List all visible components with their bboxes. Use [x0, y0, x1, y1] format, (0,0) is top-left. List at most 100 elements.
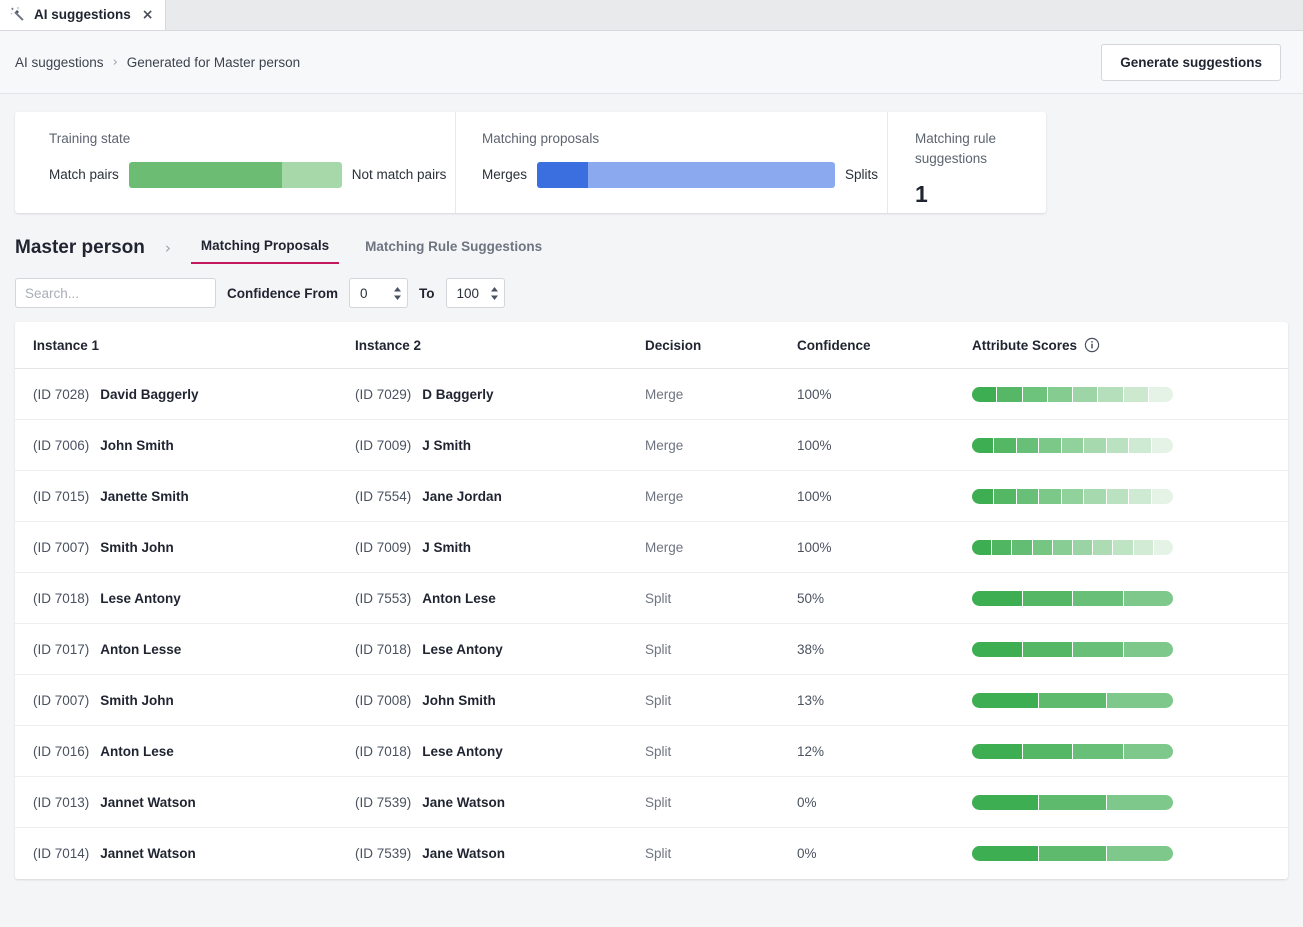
attribute-score-bar [972, 692, 1173, 708]
instance-2-name: John Smith [422, 692, 496, 708]
confidence-to-spinner[interactable] [489, 286, 500, 301]
column-header-instance-2: Instance 2 [355, 337, 422, 353]
attribute-score-segment [972, 692, 1039, 708]
confidence-to-input[interactable] [454, 284, 485, 302]
cell-instance-1: (ID 7018) Lese Antony [33, 591, 355, 606]
search-input[interactable] [15, 278, 216, 308]
instance-1-name: Janette Smith [100, 488, 189, 504]
table-row[interactable]: (ID 7007) Smith John (ID 7008) John Smith Sp… [15, 675, 1288, 726]
confidence-to-stepper[interactable] [445, 278, 505, 308]
confidence-from-input[interactable] [358, 284, 389, 302]
cell-confidence: 100% [797, 437, 832, 453]
training-state-title: Training state [49, 131, 131, 146]
attribute-score-segment [1073, 641, 1123, 657]
chevron-up-icon[interactable] [392, 286, 403, 293]
attribute-score-bar [972, 590, 1173, 606]
table-row[interactable]: (ID 7014) Jannet Watson (ID 7539) Jane Wats… [15, 828, 1288, 879]
browser-tab-bar: AI suggestions × [0, 0, 1303, 31]
attribute-score-bar [972, 437, 1173, 453]
training-state-bar [128, 161, 342, 188]
attribute-score-segment [1084, 488, 1106, 504]
attribute-score-segment [1052, 539, 1073, 555]
cell-decision: Merge [645, 437, 684, 453]
confidence-from-label: Confidence From [227, 285, 339, 301]
attribute-score-segment [1129, 488, 1151, 504]
tab-close-icon[interactable]: × [142, 8, 154, 22]
table-row[interactable]: (ID 7013) Jannet Watson (ID 7539) Jane Wats… [15, 777, 1288, 828]
chevron-down-icon[interactable] [392, 294, 403, 301]
attribute-score-segment [994, 437, 1016, 453]
table-row[interactable]: (ID 7017) Anton Lesse (ID 7018) Lese Antony… [15, 624, 1288, 675]
instance-1-name: Jannet Watson [100, 846, 196, 861]
attribute-score-segment [1016, 437, 1039, 453]
cell-attribute-scores [972, 641, 1288, 657]
attribute-score-segment [1133, 539, 1153, 555]
cell-confidence: 12% [797, 743, 825, 759]
attribute-score-segment [1106, 488, 1129, 504]
matching-rule-suggestions-title: Matching rule suggestions [915, 131, 997, 166]
chevron-up-icon[interactable] [489, 286, 500, 293]
table-row[interactable]: (ID 7028) David Baggerly (ID 7029) D Bagger… [15, 369, 1288, 420]
tab-ai-suggestions[interactable]: AI suggestions × [0, 0, 166, 30]
instance-2-name: J Smith [422, 539, 472, 555]
cell-decision: Split [645, 743, 672, 759]
instance-2-id: (ID 7009) [355, 437, 412, 453]
instance-2-name: Jane Jordan [422, 488, 502, 504]
attribute-score-segment [1039, 437, 1061, 453]
attribute-score-segment [972, 743, 1022, 759]
instance-1-id: (ID 7006) [33, 437, 90, 453]
attribute-score-segment [1123, 641, 1173, 657]
attribute-score-segment [1106, 794, 1173, 810]
confidence-from-spinner[interactable] [392, 286, 403, 301]
cell-attribute-scores [972, 386, 1288, 402]
attribute-score-segment [1123, 590, 1173, 606]
attribute-score-segment [1012, 539, 1032, 555]
info-icon[interactable] [1084, 337, 1100, 353]
tab-matching-rule-suggestions[interactable]: Matching Rule Suggestions [355, 233, 552, 263]
chevron-right-icon: › [112, 54, 118, 70]
attribute-score-segment [1098, 386, 1123, 402]
attribute-score-segment [1113, 539, 1133, 555]
table-row[interactable]: (ID 7015) Janette Smith (ID 7554) Jane Jord… [15, 471, 1288, 522]
breadcrumb-root[interactable]: AI suggestions [15, 55, 104, 70]
tab-matching-proposals[interactable]: Matching Proposals [190, 232, 340, 264]
section-tabs: Master person › Matching Proposals Match… [15, 232, 1303, 264]
cell-attribute-scores [972, 539, 1288, 555]
attribute-score-bar [972, 386, 1173, 402]
table-row[interactable]: (ID 7018) Lese Antony (ID 7553) Anton Lese S… [15, 573, 1288, 624]
matching-proposals-table: Instance 1 Instance 2 Decision Confidenc… [15, 322, 1288, 879]
cell-instance-1: (ID 7016) Anton Lese [33, 744, 355, 759]
cell-attribute-scores [972, 743, 1288, 759]
cell-confidence: 100% [797, 386, 832, 402]
cell-decision: Split [645, 641, 672, 657]
attribute-score-segment [1073, 743, 1123, 759]
attribute-score-bar [972, 539, 1173, 555]
cell-attribute-scores [972, 488, 1288, 504]
cell-instance-2: (ID 7018) Lese Antony [355, 642, 645, 657]
cell-instance-1: (ID 7028) David Baggerly [33, 387, 355, 402]
attribute-score-segment [1106, 437, 1129, 453]
instance-1-id: (ID 7017) [33, 641, 90, 657]
instance-1-name: Anton Lese [100, 743, 174, 759]
attribute-score-segment [972, 846, 1039, 861]
instance-1-id: (ID 7018) [33, 590, 90, 606]
instance-1-name: Smith John [100, 692, 174, 708]
not-match-pairs-segment [282, 161, 342, 188]
table-row[interactable]: (ID 7016) Anton Lese (ID 7018) Lese Antony S… [15, 726, 1288, 777]
attribute-score-segment [1039, 488, 1061, 504]
instance-2-id: (ID 7554) [355, 488, 412, 504]
attribute-score-segment [1016, 488, 1039, 504]
instance-1-name: Jannet Watson [100, 794, 196, 810]
cell-decision: Split [645, 692, 672, 708]
generate-suggestions-button[interactable]: Generate suggestions [1101, 43, 1281, 81]
instance-2-name: Anton Lese [422, 590, 496, 606]
table-row[interactable]: (ID 7006) John Smith (ID 7009) J Smith Merge… [15, 420, 1288, 471]
table-row[interactable]: (ID 7007) Smith John (ID 7009) J Smith Merge… [15, 522, 1288, 573]
instance-2-id: (ID 7018) [355, 743, 412, 759]
attribute-score-segment [972, 386, 997, 402]
chevron-down-icon[interactable] [489, 294, 500, 301]
matching-proposals-bar [537, 161, 835, 188]
confidence-from-stepper[interactable] [349, 278, 409, 308]
cell-attribute-scores [972, 794, 1288, 810]
instance-2-name: Lese Antony [422, 743, 503, 759]
